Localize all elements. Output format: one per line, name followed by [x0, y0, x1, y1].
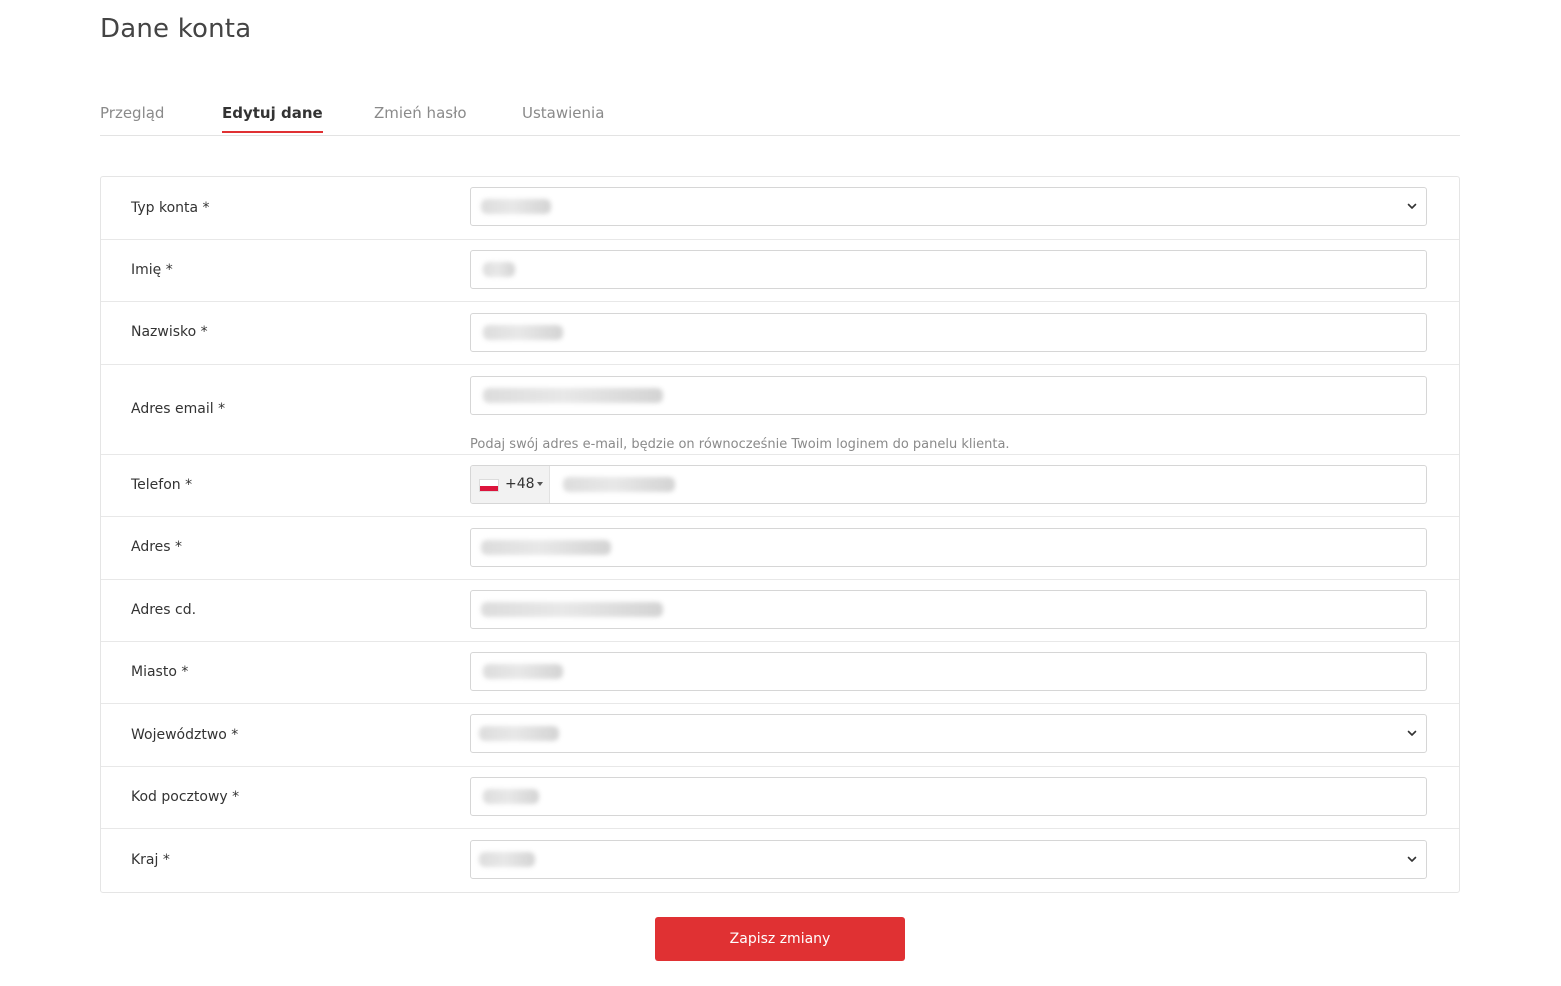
form-row-email: Adres email * Podaj swój adres e-mail, b…: [101, 365, 1459, 455]
phone-value: [563, 477, 675, 492]
email-input[interactable]: [470, 376, 1427, 415]
postal-code-label: Kod pocztowy *: [131, 789, 240, 805]
address-value: [481, 540, 611, 555]
form-row-country: Kraj *: [101, 829, 1459, 892]
dial-code: +48: [505, 476, 535, 492]
country-label: Kraj *: [131, 852, 170, 868]
account-form: Typ konta * Imię * Nazwisko * Adres emai…: [100, 176, 1460, 893]
first-name-value: [483, 262, 515, 277]
tab-change-password[interactable]: Zmień hasło: [374, 104, 467, 131]
email-help-text: Podaj swój adres e-mail, będzie on równo…: [470, 437, 1010, 452]
form-row-phone: Telefon * +48: [101, 455, 1459, 517]
caret-down-icon: [537, 482, 543, 486]
form-row-address: Adres *: [101, 517, 1459, 580]
address-2-value: [481, 602, 663, 617]
phone-label: Telefon *: [131, 477, 193, 493]
country-select[interactable]: [470, 840, 1427, 879]
voivodeship-value: [479, 726, 559, 741]
form-row-city: Miasto *: [101, 642, 1459, 704]
postal-code-value: [483, 789, 539, 804]
form-row-first-name: Imię *: [101, 240, 1459, 302]
form-row-postal-code: Kod pocztowy *: [101, 767, 1459, 829]
last-name-input[interactable]: [470, 313, 1427, 352]
last-name-label: Nazwisko *: [131, 324, 208, 340]
postal-code-input[interactable]: [470, 777, 1427, 816]
account-type-label: Typ konta *: [131, 200, 210, 216]
form-row-last-name: Nazwisko *: [101, 302, 1459, 365]
first-name-label: Imię *: [131, 262, 173, 278]
tab-overview[interactable]: Przegląd: [100, 104, 164, 131]
email-value: [483, 388, 663, 403]
first-name-input[interactable]: [470, 250, 1427, 289]
city-label: Miasto *: [131, 664, 189, 680]
tab-settings[interactable]: Ustawienia: [522, 104, 604, 131]
address-label: Adres *: [131, 539, 183, 555]
chevron-down-icon: [1407, 856, 1417, 862]
form-row-account-type: Typ konta *: [101, 177, 1459, 240]
page: Dane konta Przegląd Edytuj dane Zmień ha…: [0, 0, 1561, 986]
poland-flag-icon: [479, 479, 499, 492]
city-input[interactable]: [470, 652, 1427, 691]
voivodeship-select[interactable]: [470, 714, 1427, 753]
last-name-value: [483, 325, 563, 340]
address-2-input[interactable]: [470, 590, 1427, 629]
form-row-voivodeship: Województwo *: [101, 704, 1459, 767]
form-row-address-2: Adres cd.: [101, 580, 1459, 642]
voivodeship-label: Województwo *: [131, 727, 239, 743]
tab-bar: Przegląd Edytuj dane Zmień hasło Ustawie…: [100, 94, 1460, 136]
country-code-dropdown[interactable]: +48: [471, 466, 550, 503]
address-input[interactable]: [470, 528, 1427, 567]
address-2-label: Adres cd.: [131, 602, 197, 618]
save-changes-button[interactable]: Zapisz zmiany: [655, 917, 905, 961]
chevron-down-icon: [1407, 730, 1417, 736]
country-value: [479, 852, 535, 867]
account-type-value: [481, 199, 551, 214]
phone-input[interactable]: +48: [470, 465, 1427, 504]
page-title: Dane konta: [100, 14, 252, 44]
city-value: [483, 664, 563, 679]
email-label: Adres email *: [131, 401, 226, 417]
chevron-down-icon: [1407, 203, 1417, 209]
account-type-select[interactable]: [470, 187, 1427, 226]
tab-edit-data[interactable]: Edytuj dane: [222, 104, 323, 133]
